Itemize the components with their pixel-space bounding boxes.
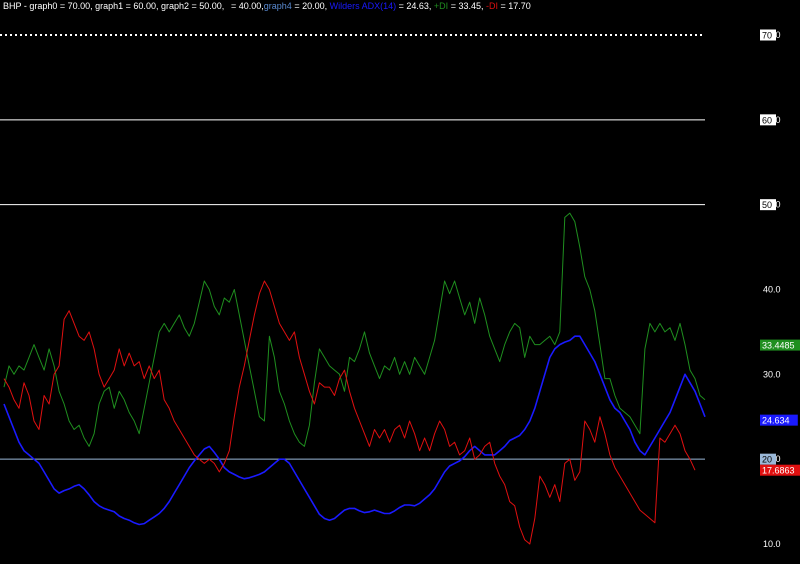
header-pdi-name: +DI	[434, 1, 448, 11]
ref-tag-label: 70	[762, 31, 772, 41]
ref-tag-label: 20	[762, 455, 772, 465]
header-graph0-values: - graph0 = 70.00, graph1 = 60.00, graph2…	[21, 1, 224, 11]
chart-background	[0, 0, 800, 564]
header-adx-name: Wilders ADX(14)	[330, 1, 397, 11]
chart-header: BHP - graph0 = 70.00, graph1 = 60.00, gr…	[3, 1, 224, 11]
last-value-label: 33.4485	[762, 341, 795, 351]
ref-tag-label: 50	[762, 200, 772, 210]
y-tick-label: 30.0	[763, 369, 781, 379]
adx-chart: BHP - graph0 = 70.00, graph1 = 60.00, gr…	[0, 0, 800, 564]
ref-tag-label: 60	[762, 115, 772, 125]
header-graph4-name: graph4	[264, 1, 292, 11]
y-tick-label: 40.0	[763, 285, 781, 295]
last-value-label: 17.6863	[762, 466, 795, 476]
y-tick-label: 10.0	[763, 539, 781, 549]
header-symbol: BHP	[3, 1, 22, 11]
last-value-label: 24.634	[762, 416, 790, 426]
header-graph3-value: = 40.00,graph4 = 20.00, Wilders ADX(14) …	[231, 1, 531, 11]
header-mdi-name: -DI	[486, 1, 498, 11]
